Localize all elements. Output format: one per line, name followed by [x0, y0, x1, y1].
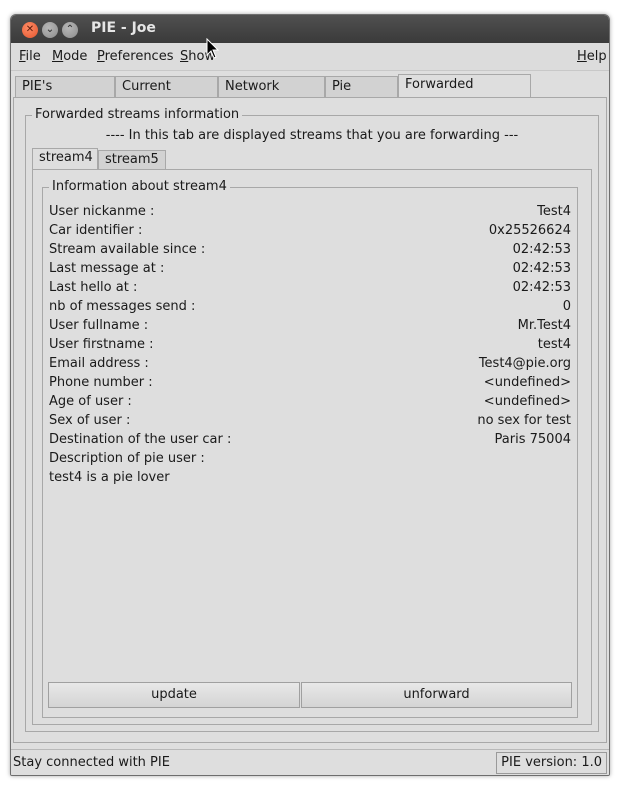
- field-row: Phone number : <undefined>: [49, 375, 571, 394]
- field-row: Age of user : <undefined>: [49, 394, 571, 413]
- field-row: Last message at : 02:42:53: [49, 261, 571, 280]
- tab-pie-traces[interactable]: Pie traces: [325, 76, 398, 114]
- field-value: no sex for test: [477, 413, 571, 428]
- tab-current-profile[interactable]: Current profile: [115, 76, 218, 114]
- field-label: Sex of user :: [49, 413, 131, 428]
- field-label: nb of messages send :: [49, 299, 196, 314]
- tab-stream4[interactable]: stream4: [32, 148, 98, 170]
- group-title: Forwarded streams information: [32, 107, 243, 122]
- field-row: Car identifier : 0x25526624: [49, 223, 571, 242]
- menu-file[interactable]: File: [19, 49, 41, 64]
- field-value: 02:42:53: [512, 280, 571, 295]
- description-text: test4 is a pie lover: [49, 470, 170, 485]
- menu-preferences[interactable]: Preferences: [97, 49, 173, 64]
- field-row: Stream available since : 02:42:53: [49, 242, 571, 261]
- forwarded-streams-group: Forwarded streams information ---- In th…: [25, 107, 599, 732]
- field-row: User nickanme : Test4: [49, 204, 571, 223]
- menu-help[interactable]: Help: [577, 49, 607, 64]
- version-label: PIE version: 1.0: [496, 752, 607, 774]
- field-label: User nickanme :: [49, 204, 155, 219]
- tab-stream5[interactable]: stream5: [98, 150, 166, 170]
- close-icon[interactable]: ✕: [22, 22, 38, 38]
- field-label: Last hello at :: [49, 280, 138, 295]
- field-row: User firstname : test4: [49, 337, 571, 356]
- tab-pies-interface[interactable]: PIE's interface: [15, 76, 115, 114]
- stream-info-group: Information about stream4 User nickanme …: [42, 179, 578, 718]
- field-value: <undefined>: [483, 375, 571, 390]
- field-value: 0: [562, 299, 571, 314]
- field-label: Description of pie user :: [49, 451, 205, 466]
- tab-network-traces[interactable]: Network traces: [218, 76, 325, 114]
- field-label: Last message at :: [49, 261, 165, 276]
- tab-forwarded-streams[interactable]: Forwarded streams: [398, 74, 531, 112]
- field-value: 02:42:53: [512, 242, 571, 257]
- menu-mode[interactable]: Mode: [52, 49, 87, 64]
- field-label: Stream available since :: [49, 242, 206, 257]
- field-value: Test4: [537, 204, 571, 219]
- stream-info-title: Information about stream4: [49, 179, 230, 194]
- field-value: Paris 75004: [494, 432, 571, 447]
- status-message: Stay connected with PIE: [13, 755, 170, 770]
- field-label: Phone number :: [49, 375, 153, 390]
- field-label: User firstname :: [49, 337, 154, 352]
- field-row: nb of messages send : 0: [49, 299, 571, 318]
- minimize-icon[interactable]: ⌄: [42, 22, 58, 38]
- status-bar: Stay connected with PIE PIE version: 1.0: [11, 749, 609, 775]
- field-value: 0x25526624: [488, 223, 571, 238]
- unforward-button[interactable]: unforward: [301, 682, 572, 708]
- field-value: Mr.Test4: [517, 318, 571, 333]
- field-value: test4: [537, 337, 571, 352]
- app-window: ✕ ⌄ ⌃ PIE - Joe File Mode Preferences Sh…: [10, 14, 610, 776]
- field-row: Description of pie user :: [49, 451, 571, 470]
- field-row: Destination of the user car : Paris 7500…: [49, 432, 571, 451]
- field-label: Age of user :: [49, 394, 132, 409]
- field-value: <undefined>: [483, 394, 571, 409]
- forwarded-subtitle: ---- In this tab are displayed streams t…: [105, 128, 519, 143]
- field-row: Sex of user : no sex for test: [49, 413, 571, 432]
- field-row: Last hello at : 02:42:53: [49, 280, 571, 299]
- field-value: 02:42:53: [512, 261, 571, 276]
- maximize-icon[interactable]: ⌃: [62, 22, 78, 38]
- field-label: Email address :: [49, 356, 149, 371]
- title-bar[interactable]: ✕ ⌄ ⌃ PIE - Joe: [11, 15, 609, 43]
- field-row: Email address : Test4@pie.org: [49, 356, 571, 375]
- forwarded-streams-panel: Forwarded streams information ---- In th…: [13, 97, 607, 743]
- main-tabs: PIE's interface Current profile Network …: [11, 74, 609, 114]
- field-row: User fullname : Mr.Test4: [49, 318, 571, 337]
- mouse-cursor-icon: [206, 38, 220, 59]
- menu-bar: File Mode Preferences Show Help: [11, 43, 609, 71]
- window-title: PIE - Joe: [91, 20, 156, 36]
- field-label: User fullname :: [49, 318, 149, 333]
- field-value: Test4@pie.org: [478, 356, 571, 371]
- description-row: test4 is a pie lover: [49, 470, 571, 489]
- stream-panel: Information about stream4 User nickanme …: [32, 169, 592, 725]
- update-button[interactable]: update: [48, 682, 300, 708]
- field-label: Destination of the user car :: [49, 432, 232, 447]
- field-label: Car identifier :: [49, 223, 143, 238]
